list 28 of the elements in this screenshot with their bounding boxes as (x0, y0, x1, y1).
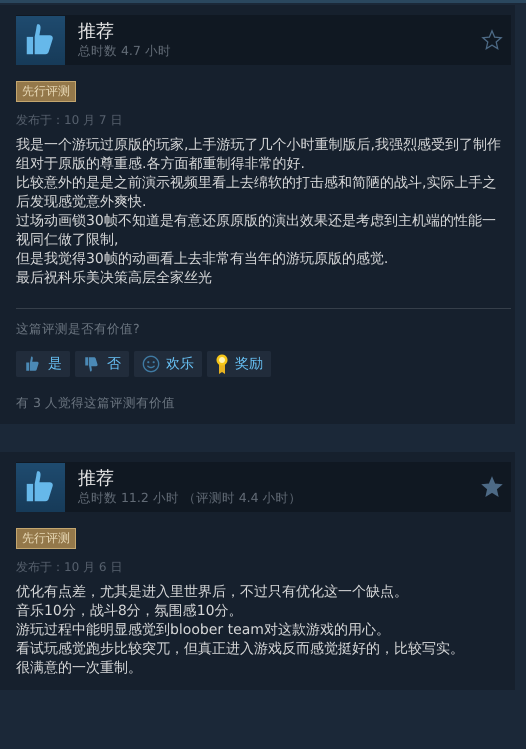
verdict-title: 推荐 (78, 20, 115, 42)
vote-button[interactable]: 奖励 (207, 351, 271, 377)
posted-date: 发布于：10 月 7 日 (16, 112, 124, 129)
review-text: 看试玩感觉跑步比较突兀，但真正进入游戏反而感觉挺好的，比较写实。 (16, 640, 465, 659)
review-text: 很满意的一次重制。 (16, 659, 143, 678)
vote-button[interactable]: 否 (75, 351, 129, 377)
vote-button[interactable]: 是 (16, 351, 70, 377)
review-text: 优化有点差，尤其是进入里世界后，不过只有优化这一个缺点。 (16, 583, 409, 602)
helpful-count: 有 3 人觉得这篇评测有价值 (16, 395, 176, 412)
star-icon[interactable] (481, 476, 503, 498)
early-access-tag: 先行评测 (16, 528, 76, 549)
early-access-tag: 先行评测 (16, 81, 76, 102)
verdict-title: 推荐 (78, 468, 115, 490)
review-text: 比较意外的是是之前演示视频里看上去绵软的打击感和简陋的战斗,实际上手之后发现感觉意外爽快. (16, 174, 498, 212)
review-text: 我是一个游玩过原版的玩家,上手游玩了几个小时重制版后,我强烈感受到了制作组对于原版的尊重感.各方面都重制得非常的好. (16, 136, 502, 174)
review-text: 但是我觉得30帧的动画看上去非常有当年的游玩原版的感觉. (16, 250, 390, 269)
posted-date: 发布于：10 月 6 日 (16, 559, 124, 576)
star-icon[interactable] (481, 29, 503, 51)
helpful-prompt: 这篇评测是否有价值? (16, 321, 141, 338)
smiley-icon (142, 355, 160, 373)
playtime-text: 总时数 11.2 小时 （评测时 4.4 小时） (78, 490, 303, 506)
award-ribbon-icon (215, 353, 229, 375)
vote-button[interactable]: 欢乐 (134, 351, 202, 377)
review-text: 音乐10分，战斗8分，氛围感10分。 (16, 602, 244, 621)
playtime-text: 总时数 4.7 小时 (78, 42, 172, 60)
review-text: 游玩过程中能明显感觉到bloober team对这款游戏的用心。 (16, 621, 391, 640)
review-text: 过场动画锁30帧不知道是有意还原原版的演出效果还是考虑到主机端的性能一视同仁做了限制, (16, 212, 497, 250)
review-text: 最后祝科乐美决策高层全家丝光 (16, 269, 213, 288)
